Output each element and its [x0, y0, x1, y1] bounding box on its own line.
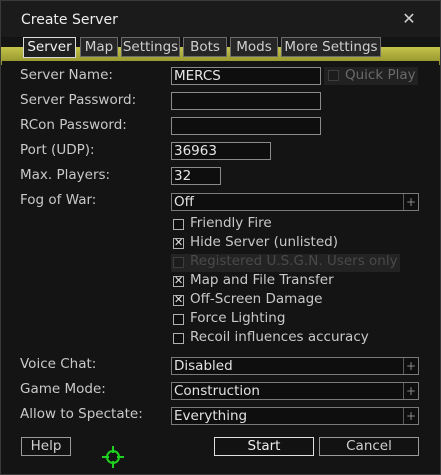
- tab-bots[interactable]: Bots: [183, 37, 227, 57]
- registered-users-checkbox[interactable]: [173, 257, 184, 268]
- quick-play-checkbox[interactable]: [328, 70, 339, 81]
- hide-server-checkbox[interactable]: ✕: [173, 236, 184, 249]
- close-icon[interactable]: ✕: [400, 10, 418, 28]
- checkmark-icon: ✕: [174, 293, 184, 306]
- off-screen-damage-label: Off-Screen Damage: [190, 291, 323, 307]
- title-bar: Create Server ✕: [1, 1, 440, 37]
- help-button[interactable]: Help: [21, 437, 71, 456]
- allow-spectate-value: Everything: [174, 408, 248, 424]
- plus-icon: +: [403, 383, 418, 399]
- create-server-window: Create Server ✕ Server Map Settings Bots…: [0, 0, 441, 475]
- friendly-fire-label: Friendly Fire: [190, 215, 272, 231]
- registered-users-label: Registered U.S.G.N. Users only: [190, 253, 398, 269]
- fog-of-war-label: Fog of War:: [20, 192, 97, 208]
- force-lighting-label: Force Lighting: [190, 310, 286, 326]
- checkmark-icon: ✕: [174, 274, 184, 287]
- port-input[interactable]: 36963: [171, 142, 271, 160]
- crosshair-cursor-icon: [102, 446, 124, 468]
- server-password-label: Server Password:: [20, 92, 137, 108]
- server-password-input[interactable]: [171, 92, 321, 110]
- recoil-accuracy-checkbox[interactable]: [173, 333, 184, 344]
- map-file-transfer-label: Map and File Transfer: [190, 272, 334, 288]
- tab-settings[interactable]: Settings: [121, 37, 180, 57]
- window-title: Create Server: [21, 12, 118, 28]
- checkmark-icon: ✕: [174, 236, 184, 249]
- off-screen-damage-checkbox[interactable]: ✕: [173, 293, 184, 306]
- voice-chat-label: Voice Chat:: [20, 356, 97, 372]
- game-mode-select[interactable]: Construction +: [171, 382, 419, 400]
- voice-chat-select[interactable]: Disabled +: [171, 357, 419, 375]
- max-players-input[interactable]: 32: [171, 167, 221, 185]
- fog-of-war-value: Off: [174, 194, 194, 210]
- voice-chat-value: Disabled: [174, 358, 233, 374]
- tab-server[interactable]: Server: [23, 37, 76, 58]
- max-players-label: Max. Players:: [20, 167, 111, 183]
- plus-icon: +: [403, 358, 418, 374]
- server-name-input[interactable]: MERCS: [171, 67, 321, 85]
- fog-of-war-select[interactable]: Off +: [171, 193, 419, 211]
- quick-play-label: Quick Play: [345, 67, 416, 83]
- allow-spectate-label: Allow to Spectate:: [20, 406, 143, 422]
- game-mode-value: Construction: [174, 383, 260, 399]
- recoil-accuracy-label: Recoil influences accuracy: [190, 329, 369, 345]
- plus-icon: +: [403, 194, 418, 210]
- friendly-fire-checkbox[interactable]: [173, 219, 184, 230]
- allow-spectate-select[interactable]: Everything +: [171, 407, 419, 425]
- port-label: Port (UDP):: [20, 142, 95, 158]
- map-file-transfer-checkbox[interactable]: ✕: [173, 274, 184, 287]
- force-lighting-checkbox[interactable]: [173, 314, 184, 325]
- plus-icon: +: [403, 408, 418, 424]
- rcon-password-label: RCon Password:: [20, 117, 127, 133]
- start-button[interactable]: Start: [214, 437, 314, 456]
- tab-more-settings[interactable]: More Settings: [281, 37, 381, 57]
- rcon-password-input[interactable]: [171, 117, 321, 135]
- game-mode-label: Game Mode:: [20, 381, 106, 397]
- hide-server-label: Hide Server (unlisted): [190, 234, 338, 250]
- tab-mods[interactable]: Mods: [230, 37, 278, 57]
- tab-map[interactable]: Map: [80, 37, 118, 57]
- cancel-button[interactable]: Cancel: [319, 437, 419, 456]
- server-name-label: Server Name:: [20, 67, 113, 83]
